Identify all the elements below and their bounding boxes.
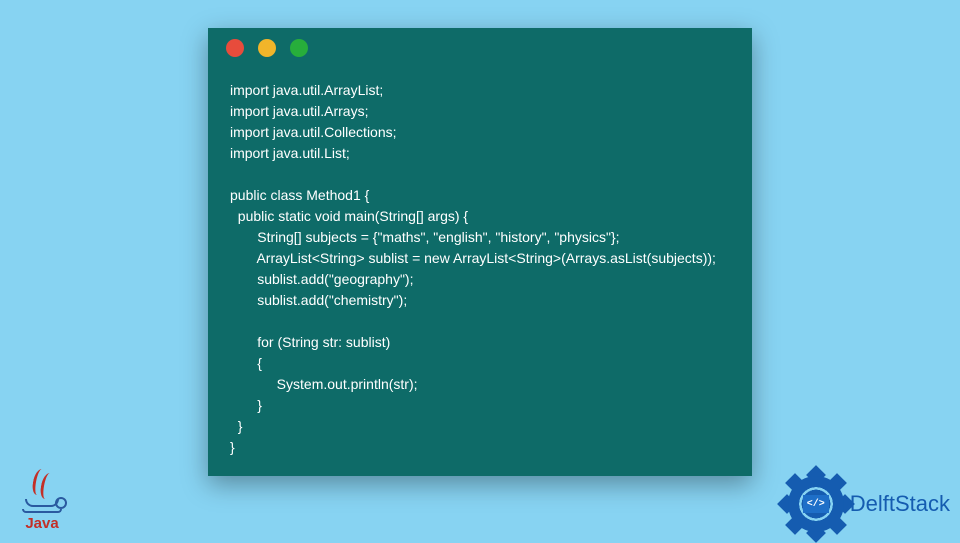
- delftstack-badge-icon: </>: [788, 476, 844, 532]
- delftstack-label: DelftStack: [850, 491, 950, 517]
- java-cup-icon: [25, 499, 59, 507]
- delftstack-badge-text: </>: [803, 495, 829, 513]
- code-window: import java.util.ArrayList; import java.…: [208, 28, 752, 476]
- delftstack-logo: </> DelftStack: [788, 476, 950, 532]
- java-logo: Java: [12, 456, 72, 532]
- code-content: import java.util.ArrayList; import java.…: [208, 68, 752, 458]
- java-logo-text: Java: [25, 515, 58, 532]
- minimize-icon[interactable]: [258, 39, 276, 57]
- close-icon[interactable]: [226, 39, 244, 57]
- window-titlebar: [208, 28, 752, 68]
- java-saucer-icon: [22, 509, 62, 513]
- maximize-icon[interactable]: [290, 39, 308, 57]
- java-steam-icon: [27, 469, 57, 499]
